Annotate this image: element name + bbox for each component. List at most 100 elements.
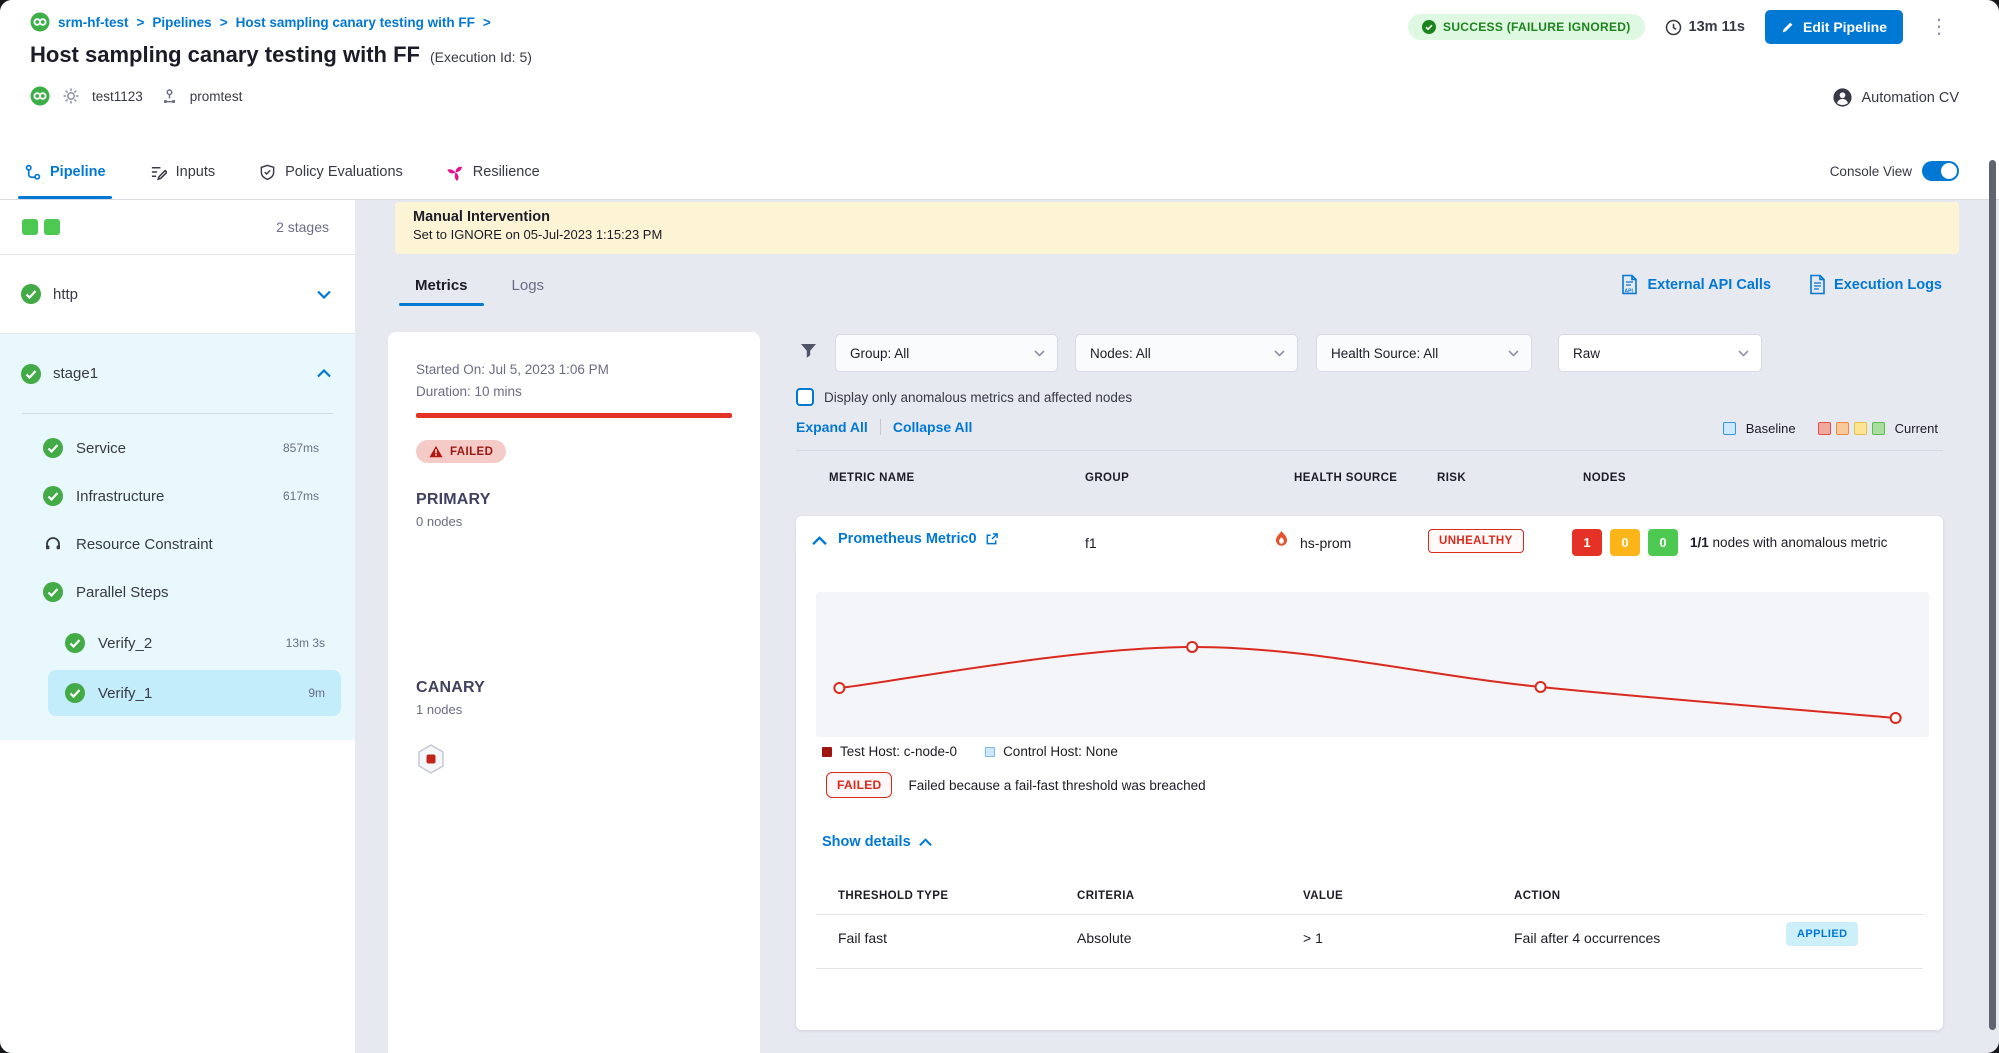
baseline-legend-label: Baseline	[1746, 421, 1796, 436]
banner-subtitle: Set to IGNORE on 05-Jul-2023 1:15:23 PM	[413, 227, 1941, 242]
control-host-swatch	[985, 747, 995, 757]
failure-reason-row: FAILED Failed because a fail-fast thresh…	[826, 772, 1206, 798]
shield-check-icon	[259, 164, 276, 181]
chart-data-point[interactable]	[1187, 642, 1197, 652]
nodes-filter-dropdown[interactable]: Nodes: All	[1075, 334, 1298, 372]
breadcrumb-pipelines[interactable]: Pipelines	[152, 15, 211, 30]
vertical-scrollbar[interactable]	[1989, 160, 1996, 1030]
stages-summary-row: 2 stages	[0, 200, 355, 255]
show-details-link[interactable]: Show details	[822, 834, 932, 850]
metric-health-source: hs-prom	[1300, 535, 1351, 551]
step-duration: 617ms	[283, 489, 319, 503]
metric-name-link[interactable]: Prometheus Metric0	[838, 531, 999, 547]
col-health-source: HEALTH SOURCE	[1294, 472, 1397, 484]
chevron-down-icon	[1738, 350, 1749, 357]
monitored-service-icon	[161, 88, 178, 105]
execution-duration: 13m 11s	[1665, 19, 1745, 36]
nodes-summary: 1/1 nodes with anomalous metric	[1690, 535, 1887, 550]
divider	[816, 914, 1923, 915]
sidebar-step-service[interactable]: Service 857ms	[0, 424, 355, 472]
edit-pipeline-button[interactable]: Edit Pipeline	[1765, 10, 1903, 44]
tab-policy-evaluations[interactable]: Policy Evaluations	[259, 145, 403, 199]
criteria-cell: Absolute	[1077, 930, 1131, 946]
sidebar-step-verify-2[interactable]: Verify_2 13m 3s	[48, 620, 341, 666]
sidebar-step-verify-1[interactable]: Verify_1 9m	[48, 670, 341, 716]
header-actions: SUCCESS (FAILURE IGNORED) 13m 11s Edit P…	[1408, 10, 1955, 44]
sidebar-step-infrastructure[interactable]: Infrastructure 617ms	[0, 472, 355, 520]
harness-logo-icon	[30, 86, 50, 106]
anomalous-node-count-badge[interactable]: 1	[1572, 529, 1602, 556]
anomalous-filter-label: Display only anomalous metrics and affec…	[824, 390, 1132, 405]
success-check-icon	[42, 485, 64, 507]
log-links: API External API Calls Execution Logs	[1620, 274, 1942, 295]
tab-inputs[interactable]: Inputs	[150, 145, 216, 199]
collapse-all-link[interactable]: Collapse All	[893, 419, 973, 435]
collapse-metric-chevron[interactable]	[812, 536, 827, 546]
sidebar-stage-http[interactable]: http	[0, 255, 355, 334]
pipeline-meta: test1123 promtest	[30, 86, 242, 106]
document-icon	[1809, 274, 1826, 295]
metric-chart-panel[interactable]	[816, 592, 1929, 737]
current-user[interactable]: Automation CV	[1833, 88, 1959, 107]
expand-collapse-controls: Expand All Collapse All	[796, 419, 972, 435]
user-icon	[1833, 88, 1852, 107]
chevron-down-icon	[317, 290, 331, 299]
anomalous-filter-checkbox[interactable]	[796, 388, 814, 406]
gear-icon	[62, 87, 80, 105]
subtab-metrics[interactable]: Metrics	[415, 264, 468, 306]
title-row: Host sampling canary testing with FF (Ex…	[30, 42, 532, 68]
chart-data-point[interactable]	[1891, 713, 1901, 723]
chart-data-point[interactable]	[834, 683, 844, 693]
inputs-icon	[150, 164, 167, 181]
risk-badge: UNHEALTHY	[1428, 529, 1524, 553]
headphones-icon	[42, 533, 64, 555]
harness-logo-icon	[30, 12, 50, 32]
tab-resilience[interactable]: Resilience	[447, 145, 540, 199]
resilience-pinwheel-icon	[447, 164, 464, 181]
value-cell: > 1	[1303, 930, 1323, 946]
execution-logs-link[interactable]: Execution Logs	[1809, 274, 1942, 295]
sidebar-stage-stage1[interactable]: stage1	[0, 334, 355, 413]
test-host-swatch	[822, 747, 832, 757]
mode-dropdown[interactable]: Raw	[1558, 334, 1762, 372]
action-cell: Fail after 4 occurrences	[1514, 930, 1660, 946]
col-risk: RISK	[1437, 472, 1466, 484]
verification-summary-card: Started On: Jul 5, 2023 1:06 PM Duration…	[388, 332, 760, 1053]
service-name[interactable]: test1123	[92, 89, 143, 104]
breadcrumb-project[interactable]: srm-hf-test	[58, 15, 129, 30]
warning-node-count-badge[interactable]: 0	[1610, 529, 1640, 556]
col-group: GROUP	[1085, 472, 1129, 484]
step-duration: 9m	[308, 686, 325, 700]
divider	[796, 450, 1943, 451]
healthy-node-count-badge[interactable]: 0	[1648, 529, 1678, 556]
breadcrumb-pipeline-name[interactable]: Host sampling canary testing with FF	[236, 15, 475, 30]
expand-all-link[interactable]: Expand All	[796, 419, 868, 435]
stage-status-squares	[22, 219, 60, 235]
sidebar-step-resource-constraint[interactable]: Resource Constraint	[0, 520, 355, 568]
chart-data-point[interactable]	[1536, 682, 1546, 692]
verify-subtabs: Metrics Logs	[415, 264, 544, 306]
col-threshold-type: THRESHOLD TYPE	[838, 890, 948, 902]
success-check-icon	[42, 437, 64, 459]
canary-node-hexagon[interactable]	[416, 743, 732, 775]
console-view-toggle[interactable]	[1922, 161, 1959, 181]
step-list: Service 857ms Infrastructure 617ms Resou…	[0, 414, 355, 716]
baseline-current-legend: Baseline Current	[1723, 421, 1938, 436]
sidebar-step-parallel-steps[interactable]: Parallel Steps	[0, 568, 355, 616]
group-filter-dropdown[interactable]: Group: All	[835, 334, 1058, 372]
more-options-icon[interactable]: ⋮	[1923, 15, 1955, 39]
primary-group: PRIMARY 0 nodes	[416, 491, 732, 529]
monitored-service-name[interactable]: promtest	[190, 89, 243, 104]
chevron-down-icon	[1274, 350, 1285, 357]
started-on: Started On: Jul 5, 2023 1:06 PM	[416, 362, 732, 377]
tab-pipeline[interactable]: Pipeline	[24, 145, 106, 199]
divider	[816, 968, 1923, 969]
pencil-icon	[1781, 20, 1795, 34]
subtab-logs[interactable]: Logs	[512, 264, 545, 306]
step-duration: 13m 3s	[286, 636, 325, 650]
chevron-right-icon: >	[220, 15, 228, 30]
main-tabbar: Pipeline Inputs Policy Evaluations Resil…	[24, 145, 540, 199]
health-source-filter-dropdown[interactable]: Health Source: All	[1316, 334, 1532, 372]
check-circle-icon	[1422, 20, 1436, 34]
external-api-calls-link[interactable]: API External API Calls	[1620, 274, 1771, 295]
